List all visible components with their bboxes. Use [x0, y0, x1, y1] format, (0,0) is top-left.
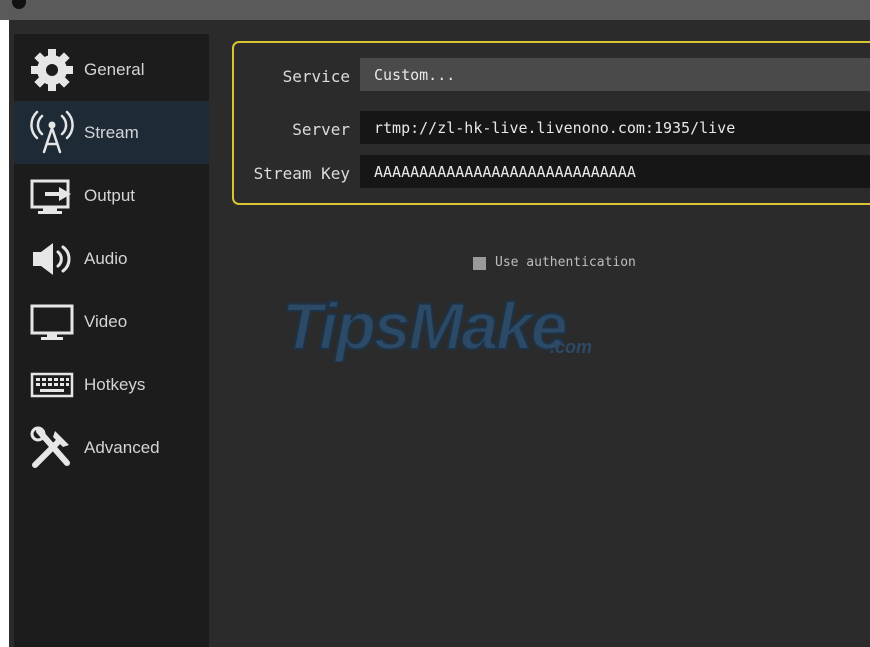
tools-icon	[28, 424, 76, 472]
monitor-icon	[28, 298, 76, 346]
sidebar-item-hotkeys[interactable]: Hotkeys	[14, 353, 209, 416]
stream-key-label: Stream Key	[253, 164, 350, 183]
server-input[interactable]: rtmp://zl-hk-live.livenono.com:1935/live	[360, 111, 870, 144]
keyboard-icon	[28, 361, 76, 409]
use-authentication-label: Use authentication	[495, 255, 636, 270]
sidebar-item-label: Hotkeys	[84, 374, 146, 394]
sidebar-item-label: Output	[84, 185, 136, 205]
service-dropdown[interactable]: Custom...	[360, 58, 870, 91]
sidebar-item-audio[interactable]: Audio	[14, 227, 209, 290]
service-label: Service	[282, 67, 350, 86]
sidebar-item-label: Video	[84, 311, 128, 331]
sidebar-item-video[interactable]: Video	[14, 290, 209, 353]
sidebar-item-label: Audio	[84, 248, 128, 268]
server-label: Server	[292, 120, 350, 139]
sidebar-item-advanced[interactable]: Advanced	[14, 416, 209, 479]
watermark-suffix: .com	[550, 337, 592, 357]
app-icon	[12, 0, 26, 9]
watermark-logo: TipsMake .com	[282, 288, 592, 362]
speaker-icon	[28, 235, 76, 283]
watermark-text: TipsMake	[282, 289, 566, 362]
title-bar	[0, 0, 870, 20]
use-authentication-checkbox[interactable]	[473, 257, 486, 270]
stream-key-input[interactable]: AAAAAAAAAAAAAAAAAAAAAAAAAAAAA	[360, 155, 870, 188]
sidebar-item-label: Advanced	[84, 437, 160, 457]
